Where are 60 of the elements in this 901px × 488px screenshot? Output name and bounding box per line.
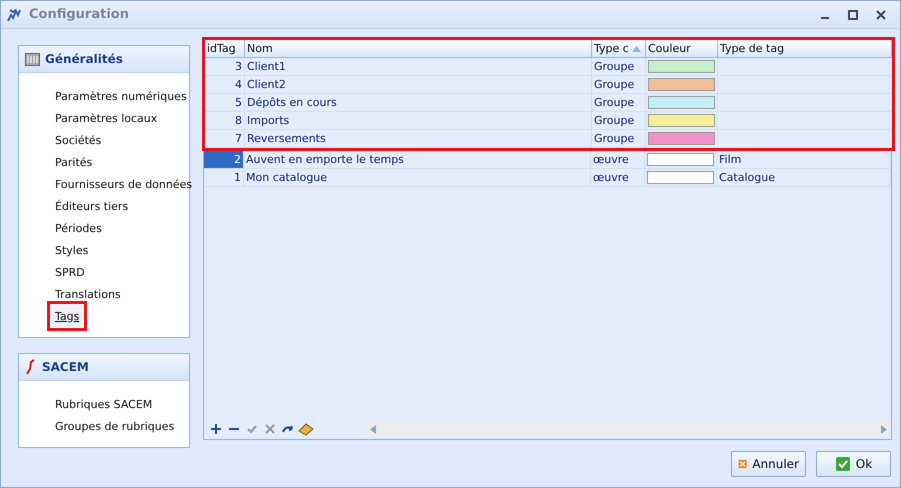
sidebar-item[interactable]: SPRD bbox=[55, 261, 85, 283]
eraser-icon bbox=[298, 422, 314, 436]
sort-arrow-icon bbox=[632, 46, 641, 52]
grid-icon bbox=[25, 52, 40, 66]
column-header[interactable]: Type c bbox=[592, 40, 646, 58]
column-header[interactable]: idTag bbox=[205, 40, 245, 58]
column-header[interactable]: Couleur bbox=[646, 40, 718, 58]
name-cell: Auvent en emporte le temps bbox=[244, 151, 591, 169]
sidebar-item[interactable]: Éditeurs tiers bbox=[55, 195, 128, 217]
group-title: SACEM bbox=[42, 360, 89, 374]
name-cell: Dépôts en cours bbox=[245, 94, 592, 112]
name-cell: Imports bbox=[245, 112, 592, 130]
id-cell: 3 bbox=[205, 58, 245, 76]
id-cell: 1 bbox=[204, 169, 244, 187]
type-cell: Groupe bbox=[592, 58, 646, 76]
plus-icon bbox=[211, 424, 221, 434]
column-header[interactable]: Type de tag bbox=[718, 40, 892, 58]
id-cell: 8 bbox=[205, 112, 245, 130]
ok-button[interactable]: Ok bbox=[816, 450, 891, 476]
type-cell: Groupe bbox=[592, 130, 646, 148]
name-cell: Mon catalogue bbox=[244, 169, 591, 187]
cancel-button[interactable]: Annuler bbox=[731, 450, 806, 476]
sidebar-item[interactable]: Tags bbox=[51, 305, 84, 327]
name-cell: Client2 bbox=[245, 76, 592, 94]
sacem-logo-icon bbox=[25, 359, 37, 375]
tag-type-cell: Catalogue bbox=[717, 169, 891, 187]
type-cell: œuvre bbox=[591, 169, 645, 187]
name-cell: Client1 bbox=[245, 58, 592, 76]
id-cell: 5 bbox=[205, 94, 245, 112]
add-button[interactable] bbox=[208, 421, 224, 437]
sidebar-item[interactable]: Paramètres numériques bbox=[55, 85, 187, 107]
id-cell: 7 bbox=[205, 130, 245, 148]
name-cell: Reversements bbox=[245, 130, 592, 148]
id-cell: 2 bbox=[204, 151, 244, 169]
sidebar-item[interactable]: Styles bbox=[55, 239, 88, 261]
type-cell: Groupe bbox=[592, 94, 646, 112]
sidebar-item[interactable]: Groupes de rubriques bbox=[55, 415, 174, 437]
sidebar-item[interactable]: Paramètres locaux bbox=[55, 107, 158, 129]
sidebar-item[interactable]: Fournisseurs de données bbox=[55, 173, 192, 195]
sidebar-item[interactable]: Translations bbox=[55, 283, 121, 305]
sidebar-item[interactable]: Périodes bbox=[55, 217, 102, 239]
sidebar-item[interactable]: Rubriques SACEM bbox=[55, 393, 152, 415]
redo-icon bbox=[282, 424, 294, 434]
eraser-button[interactable] bbox=[298, 421, 314, 437]
sidebar-item[interactable]: Sociétés bbox=[55, 129, 102, 151]
close-icon bbox=[876, 10, 886, 20]
id-cell: 4 bbox=[205, 76, 245, 94]
column-header[interactable]: Nom bbox=[245, 40, 592, 58]
maximize-icon bbox=[848, 10, 858, 20]
window-title: Configuration bbox=[29, 7, 130, 22]
type-cell: œuvre bbox=[591, 151, 645, 169]
group-title: Généralités bbox=[45, 52, 123, 66]
cross-icon bbox=[265, 424, 275, 434]
check-icon bbox=[247, 424, 257, 434]
type-cell: Groupe bbox=[592, 76, 646, 94]
check-icon bbox=[834, 456, 851, 472]
tag-type-cell: Film bbox=[717, 151, 891, 169]
minimize-icon bbox=[821, 17, 829, 19]
type-cell: Groupe bbox=[592, 112, 646, 130]
sidebar-item[interactable]: Parités bbox=[55, 151, 92, 173]
